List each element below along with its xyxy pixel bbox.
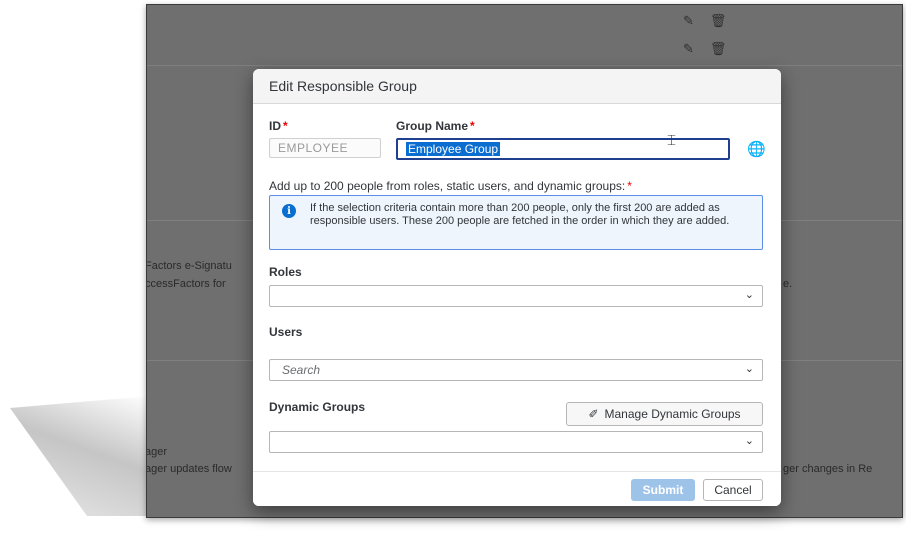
dialog-header: Edit Responsible Group (253, 69, 781, 104)
submit-button[interactable]: Submit (631, 479, 695, 501)
required-marker: * (470, 119, 475, 133)
required-marker: * (627, 179, 632, 193)
edit-icon: ✐ (588, 407, 599, 421)
id-label-text: ID (269, 119, 281, 133)
users-placeholder: Search (282, 363, 321, 377)
info-icon: i (282, 204, 296, 218)
roles-combobox[interactable]: ⌄ (269, 285, 763, 307)
bg-text: Factors e-Signatu (146, 260, 232, 272)
pencil-icon[interactable]: ✎ (683, 13, 694, 29)
dynamic-groups-label: Dynamic Groups (269, 400, 366, 414)
bg-text: ger changes in Re (783, 463, 873, 475)
bg-text: ccessFactors for (146, 278, 226, 290)
pencil-icon[interactable]: ✎ (683, 41, 694, 57)
id-label: ID * (269, 119, 288, 133)
group-name-value: Employee Group (406, 142, 501, 156)
row-actions-2: ✎ 🗑 (683, 41, 726, 57)
trash-icon[interactable]: 🗑 (710, 13, 727, 29)
required-marker: * (283, 119, 288, 133)
text-cursor-icon: ⌶ (667, 132, 677, 149)
add-people-hint: Add up to 200 people from roles, static … (269, 179, 632, 193)
group-name-label: Group Name * (396, 119, 475, 133)
info-message: If the selection criteria contain more t… (310, 202, 730, 227)
chevron-down-icon[interactable]: ⌄ (745, 434, 754, 447)
bg-text: ager (146, 446, 168, 458)
add-people-hint-text: Add up to 200 people from roles, static … (269, 179, 626, 193)
users-search-input[interactable]: Search ⌄ (269, 359, 763, 381)
manage-dynamic-groups-button[interactable]: ✐ Manage Dynamic Groups (566, 402, 763, 426)
users-label: Users (269, 325, 303, 339)
id-value: EMPLOYEE (278, 141, 349, 155)
dynamic-groups-combobox[interactable]: ⌄ (269, 431, 763, 453)
bg-text: ager updates flow (146, 463, 232, 475)
chevron-down-icon[interactable]: ⌄ (745, 362, 754, 375)
stage: ✎ 🗑 ✎ 🗑 Factors e-Signatu ccessFactors f… (0, 0, 906, 534)
group-name-input[interactable]: Employee Group (396, 138, 730, 160)
globe-icon[interactable]: 🌐 (747, 140, 766, 158)
group-name-label-text: Group Name (396, 119, 469, 133)
dialog-title: Edit Responsible Group (269, 78, 417, 94)
row-actions-1: ✎ 🗑 (683, 13, 726, 29)
trash-icon[interactable]: 🗑 (710, 41, 727, 57)
cancel-button[interactable]: Cancel (703, 479, 763, 501)
dialog-footer: Submit Cancel (253, 471, 781, 506)
chevron-down-icon[interactable]: ⌄ (745, 288, 754, 301)
divider (147, 65, 902, 66)
id-field: EMPLOYEE (269, 138, 381, 158)
info-message-strip: i If the selection criteria contain more… (269, 195, 763, 250)
window-shadow (10, 396, 150, 516)
edit-responsible-group-dialog: Edit Responsible Group ID * EMPLOYEE Grou… (253, 69, 781, 506)
manage-dynamic-groups-label: Manage Dynamic Groups (604, 407, 741, 421)
roles-label: Roles (269, 265, 302, 279)
bg-text: e. (783, 278, 793, 290)
